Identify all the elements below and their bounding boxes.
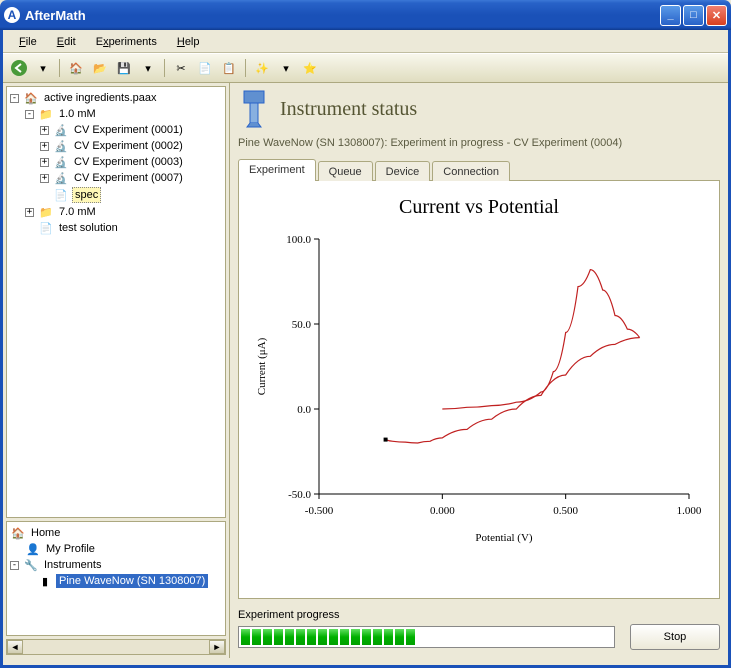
progress-bar (238, 626, 615, 648)
scroll-left-icon[interactable]: ◄ (7, 640, 23, 654)
instrument-icon (238, 89, 270, 129)
menu-help[interactable]: Help (169, 34, 208, 50)
sidebar: -🏠active ingredients.paax -📁1.0 mM +🔬CV … (3, 83, 230, 658)
tree-exp-4[interactable]: CV Experiment (0007) (72, 171, 185, 185)
tree-root[interactable]: active ingredients.paax (42, 91, 159, 105)
tree-exp-1[interactable]: CV Experiment (0001) (72, 123, 185, 137)
home-icon: 🏠 (10, 526, 26, 540)
svg-text:0.500: 0.500 (553, 505, 578, 517)
dropdown-button[interactable]: ▾ (32, 57, 54, 79)
content-panel: Instrument status Pine WaveNow (SN 13080… (230, 83, 728, 658)
panel-title: Instrument status (280, 98, 417, 121)
chart-panel: Current vs Potential -50.0 0.0 50.0 100.0 -0… (238, 180, 720, 599)
tree-toggle[interactable]: - (10, 561, 19, 570)
experiment-icon: 🔬 (53, 155, 69, 169)
device-icon: ▮ (37, 574, 53, 588)
window-title: AfterMath (25, 8, 660, 23)
tree-toggle[interactable]: + (25, 208, 34, 217)
svg-text:Current (μA): Current (μA) (256, 337, 268, 395)
tree-toggle[interactable]: - (25, 110, 34, 119)
doc-icon: 📄 (38, 221, 54, 235)
home-icon[interactable]: 🏠 (65, 57, 87, 79)
chart-plot: -50.0 0.0 50.0 100.0 -0.500 0.000 0.500 1.000 Po… (249, 229, 709, 549)
horizontal-scrollbar[interactable]: ◄ ► (6, 639, 226, 655)
window-titlebar: A AfterMath _ □ ✕ (0, 0, 731, 30)
minimize-button[interactable]: _ (660, 5, 681, 26)
menu-experiments[interactable]: Experiments (88, 34, 165, 50)
chart-title: Current vs Potential (249, 196, 709, 219)
stop-button[interactable]: Stop (630, 624, 720, 650)
svg-text:-50.0: -50.0 (288, 489, 311, 501)
tree-panel[interactable]: -🏠active ingredients.paax -📁1.0 mM +🔬CV … (6, 86, 226, 518)
tree-spec[interactable]: spec (72, 187, 101, 203)
status-line: Pine WaveNow (SN 1308007): Experiment in… (238, 137, 720, 149)
home-icon: 🏠 (23, 91, 39, 105)
svg-text:50.0: 50.0 (292, 319, 312, 331)
close-button[interactable]: ✕ (706, 5, 727, 26)
doc-icon: 📄 (53, 188, 69, 202)
svg-text:100.0: 100.0 (286, 234, 311, 246)
back-button[interactable] (8, 57, 30, 79)
cut-icon[interactable]: ✂ (170, 57, 192, 79)
tab-connection[interactable]: Connection (432, 161, 510, 181)
nav-home[interactable]: Home (29, 526, 62, 540)
svg-text:-0.500: -0.500 (305, 505, 334, 517)
experiment-icon: 🔬 (53, 139, 69, 153)
profile-icon: 👤 (25, 542, 41, 556)
toolbar: ▾ 🏠 📂 💾 ▾ ✂ 📄 📋 ✨ ▾ ⭐ (3, 53, 728, 83)
maximize-button[interactable]: □ (683, 5, 704, 26)
star-icon[interactable]: ⭐ (299, 57, 321, 79)
svg-text:0.0: 0.0 (297, 404, 311, 416)
menu-file[interactable]: File (11, 34, 45, 50)
tree-toggle[interactable]: + (40, 158, 49, 167)
open-icon[interactable]: 📂 (89, 57, 111, 79)
instruments-icon: 🔧 (23, 558, 39, 572)
nav-device[interactable]: Pine WaveNow (SN 1308007) (56, 574, 208, 588)
tab-device[interactable]: Device (375, 161, 431, 181)
scroll-right-icon[interactable]: ► (209, 640, 225, 654)
progress-label: Experiment progress (238, 609, 720, 621)
save-icon[interactable]: 💾 (113, 57, 135, 79)
copy-icon[interactable]: 📄 (194, 57, 216, 79)
tree-toggle[interactable]: + (40, 126, 49, 135)
svg-text:Potential (V): Potential (V) (475, 532, 532, 544)
tree-test[interactable]: test solution (57, 221, 120, 235)
nav-profile[interactable]: My Profile (44, 542, 97, 556)
tree-toggle[interactable]: + (40, 174, 49, 183)
tree-folder-1[interactable]: 1.0 mM (57, 107, 98, 121)
tree-toggle[interactable]: - (10, 94, 19, 103)
wizard-icon[interactable]: ✨ (251, 57, 273, 79)
nav-panel[interactable]: 🏠Home 👤My Profile -🔧Instruments ▮Pine Wa… (6, 521, 226, 636)
folder-icon: 📁 (38, 205, 54, 219)
nav-instruments[interactable]: Instruments (42, 558, 103, 572)
tree-exp-3[interactable]: CV Experiment (0003) (72, 155, 185, 169)
folder-icon: 📁 (38, 107, 54, 121)
svg-text:1.000: 1.000 (677, 505, 702, 517)
tree-toggle[interactable]: + (40, 142, 49, 151)
svg-text:0.000: 0.000 (430, 505, 455, 517)
dropdown-3[interactable]: ▾ (275, 57, 297, 79)
tree-folder-2[interactable]: 7.0 mM (57, 205, 98, 219)
paste-icon[interactable]: 📋 (218, 57, 240, 79)
experiment-icon: 🔬 (53, 123, 69, 137)
dropdown-2[interactable]: ▾ (137, 57, 159, 79)
tab-experiment[interactable]: Experiment (238, 159, 316, 181)
tree-exp-2[interactable]: CV Experiment (0002) (72, 139, 185, 153)
menu-edit[interactable]: Edit (49, 34, 84, 50)
app-icon: A (4, 7, 20, 23)
menubar: File Edit Experiments Help (3, 30, 728, 53)
tab-queue[interactable]: Queue (318, 161, 373, 181)
experiment-icon: 🔬 (53, 171, 69, 185)
